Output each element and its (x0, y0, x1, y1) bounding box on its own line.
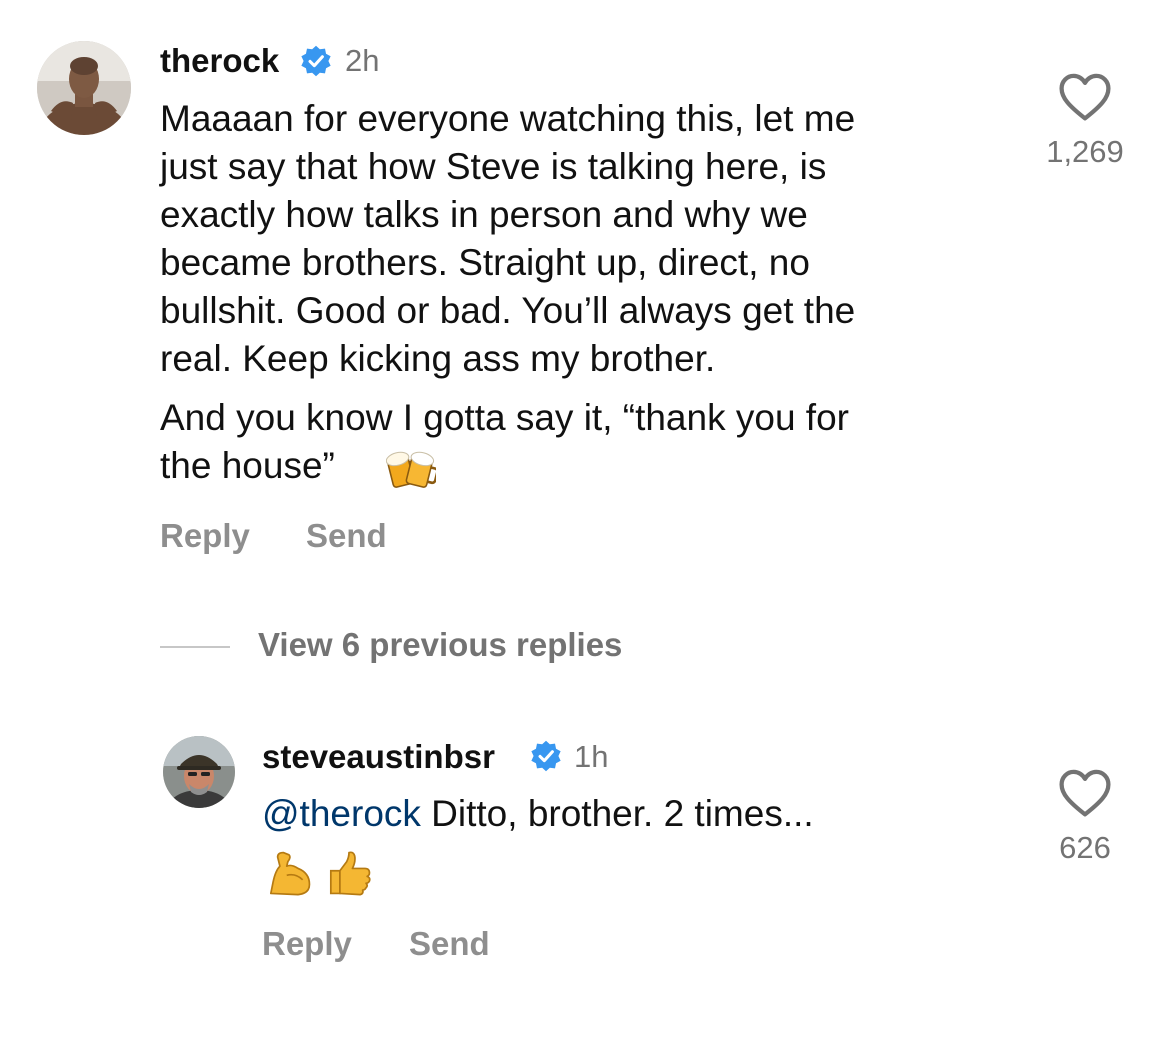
heart-icon[interactable] (1058, 768, 1112, 818)
reply-timestamp: 1h (574, 739, 609, 774)
reply-button[interactable]: Reply (262, 925, 352, 963)
thumbs-up-emoji (329, 851, 371, 896)
avatar[interactable] (163, 736, 235, 808)
view-previous-replies-button[interactable]: View 6 previous replies (258, 626, 622, 664)
steveaustinbsr-avatar-image (163, 736, 235, 808)
comment-timestamp: 2h (345, 43, 380, 78)
send-button[interactable]: Send (306, 517, 387, 555)
heart-icon[interactable] (1058, 72, 1112, 122)
like-count: 626 (1059, 830, 1111, 865)
reply-button[interactable]: Reply (160, 517, 250, 555)
verified-badge-icon (531, 740, 561, 772)
like-count: 1,269 (1046, 134, 1124, 169)
flexed-biceps-emoji (269, 851, 311, 896)
therock-avatar-image (37, 41, 131, 135)
reply-username[interactable]: steveaustinbsr (262, 738, 495, 776)
beer-mugs-emoji (386, 451, 436, 488)
mention-link[interactable]: @therock (262, 793, 421, 834)
reply-text-body: Ditto, brother. 2 times... (420, 793, 814, 834)
reply-text: @therock Ditto, brother. 2 times... (262, 790, 1022, 838)
replies-divider (160, 646, 230, 648)
comments-thread: therock 2h Maaaan for everyone watching … (0, 0, 1170, 1037)
comment-text: Maaaan for everyone watching this, let m… (160, 98, 856, 379)
send-button[interactable]: Send (409, 925, 490, 963)
verified-badge-icon (301, 45, 331, 77)
comment-text-second-paragraph: And you know I gotta say it, “thank you … (160, 394, 1010, 490)
avatar[interactable] (37, 41, 131, 135)
comment-username[interactable]: therock (160, 42, 279, 80)
comment-second-paragraph-text: And you know I gotta say it, “thank you … (160, 397, 849, 486)
